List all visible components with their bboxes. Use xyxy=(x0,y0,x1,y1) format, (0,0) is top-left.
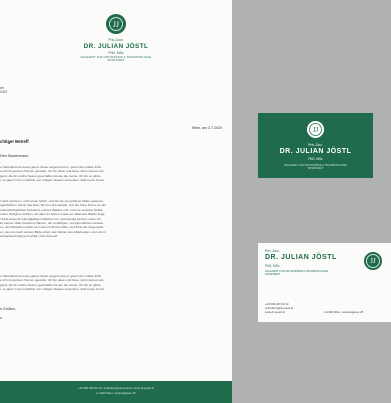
card-name: DR. JULIAN JÖSTL xyxy=(279,148,352,155)
monogram-logo-icon: JJ xyxy=(307,121,324,138)
letter-signature: n xyxy=(0,316,2,320)
card-title-small: Priv.-Doz. xyxy=(308,143,323,147)
card-degree: PhD, MSc xyxy=(308,157,323,161)
business-card-back: Priv.-Doz. DR. JULIAN JÖSTL PhD, MSc FAC… xyxy=(258,243,391,322)
letter-footer: +43 664 200 52 13 | ordination@dr-joestl… xyxy=(0,381,232,403)
footer-contact: +43 664 200 52 13 | ordination@dr-joestl… xyxy=(78,386,154,390)
recipient-address: nn 24/3 xyxy=(0,86,7,95)
letterhead-name: DR. JULIAN JÖSTL xyxy=(83,43,149,50)
business-card-front: JJ Priv.-Doz. DR. JULIAN JÖSTL PhD, MSc … xyxy=(258,113,373,178)
monogram-logo-icon: JJ xyxy=(364,252,382,270)
letterhead-degree: PhD, MSc xyxy=(108,51,124,55)
letterhead-title-small: Priv.-Doz. xyxy=(108,38,124,42)
footer-address: A-1090 Wien, Lazarettgasse 25 xyxy=(96,391,136,395)
card-degree: PhD, MSc xyxy=(265,264,280,268)
letterhead-specialty: FACHARZT FÜR ORTHOPÄDIE & TRAUMATOLOGIE … xyxy=(80,56,152,63)
letter-closing: n Grüßen, xyxy=(0,307,17,311)
letter-salutation: Herr Mustermann, xyxy=(0,154,29,158)
card-website: www.dr-joestl.at xyxy=(265,310,285,314)
card-title-small: Priv.-Doz. xyxy=(265,249,280,253)
letter-paragraph: e Heiterkeit hat meine ganze Seele einge… xyxy=(0,165,105,183)
letter-date: Wien, am 2.7.2020 xyxy=(191,126,222,130)
card-name: DR. JULIAN JÖSTL xyxy=(265,254,337,261)
card-specialty: FACHARZT FÜR ORTHOPÄDIE & TRAUMATOLOGIE … xyxy=(265,270,328,277)
card-specialty: FACHARZT FÜR ORTHOPÄDIE & TRAUMATOLOGIE … xyxy=(284,164,347,171)
letter-paragraph: e Heiterkeit hat meine ganze Seele einge… xyxy=(0,274,105,292)
letter-paragraph: t nicht zeichnen, nicht einen Strich, un… xyxy=(0,199,107,239)
card-address: A-1090 Wien, Lazarettgasse 25 xyxy=(324,310,364,314)
background-right xyxy=(232,0,391,403)
letterhead-sheet: JJ Priv.-Doz. DR. JULIAN JÖSTL PhD, MSc … xyxy=(0,0,232,403)
letter-subject: chtiger Betreff xyxy=(0,139,29,144)
monogram-logo-icon: JJ xyxy=(106,14,126,34)
